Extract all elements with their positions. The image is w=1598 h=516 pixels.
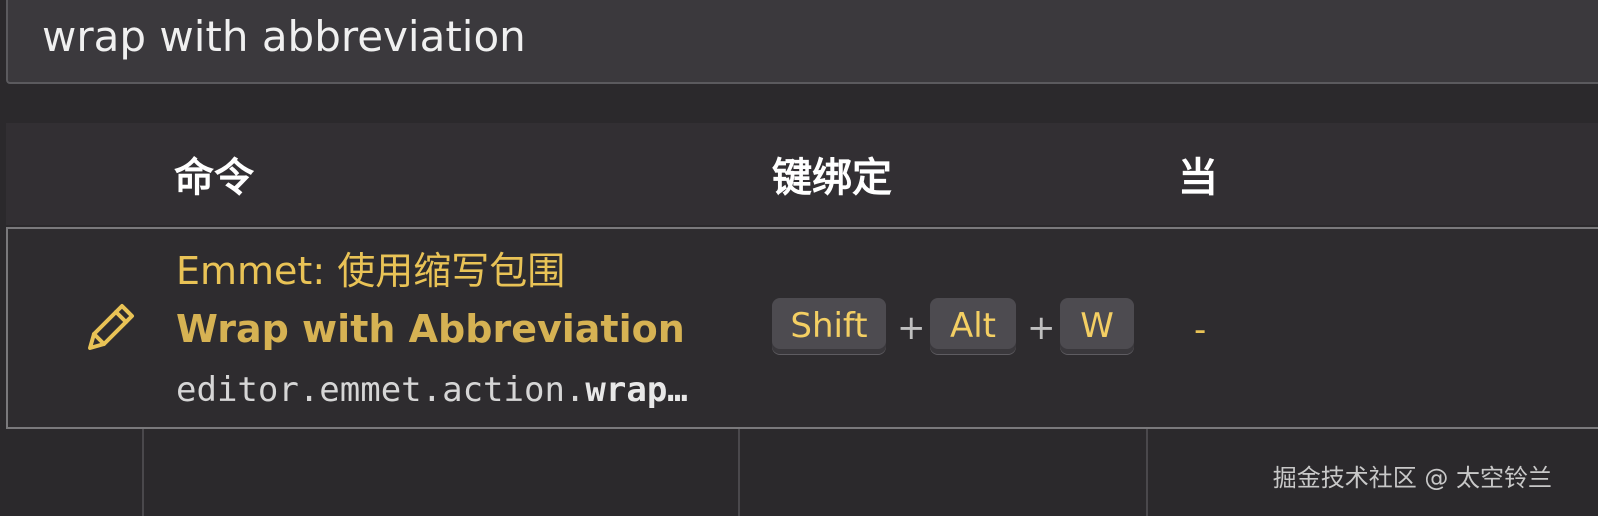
command-title: Emmet: 使用缩写包围: [176, 249, 566, 293]
when-value: -: [1194, 310, 1207, 350]
key-shift: Shift: [772, 298, 886, 354]
column-header-keybinding[interactable]: 键绑定: [772, 123, 892, 225]
search-box[interactable]: [6, 0, 1598, 84]
column-header-command[interactable]: 命令: [174, 123, 254, 225]
command-id: editor.emmet.action.wrap…: [176, 370, 724, 410]
key-alt: Alt: [930, 298, 1016, 354]
watermark: 掘金技术社区 @ 太空铃兰: [1272, 464, 1552, 492]
command-title-english: Wrap with Abbreviation: [176, 307, 685, 351]
table-header: 命令 键绑定 当: [6, 123, 1598, 225]
key-w: W: [1060, 298, 1134, 354]
command-id-prefix: editor.emmet.action.: [176, 370, 586, 410]
key-separator: +: [1027, 308, 1056, 348]
column-header-when[interactable]: 当: [1178, 123, 1218, 225]
search-input[interactable]: [42, 0, 1442, 78]
key-separator: +: [897, 308, 926, 348]
pencil-icon[interactable]: [84, 300, 138, 354]
keyboard-shortcuts-editor: 命令 键绑定 当 Emmet: 使用缩写包围 Wrap with Abbrevi…: [0, 0, 1598, 516]
command-id-bold: wrap…: [585, 370, 688, 410]
